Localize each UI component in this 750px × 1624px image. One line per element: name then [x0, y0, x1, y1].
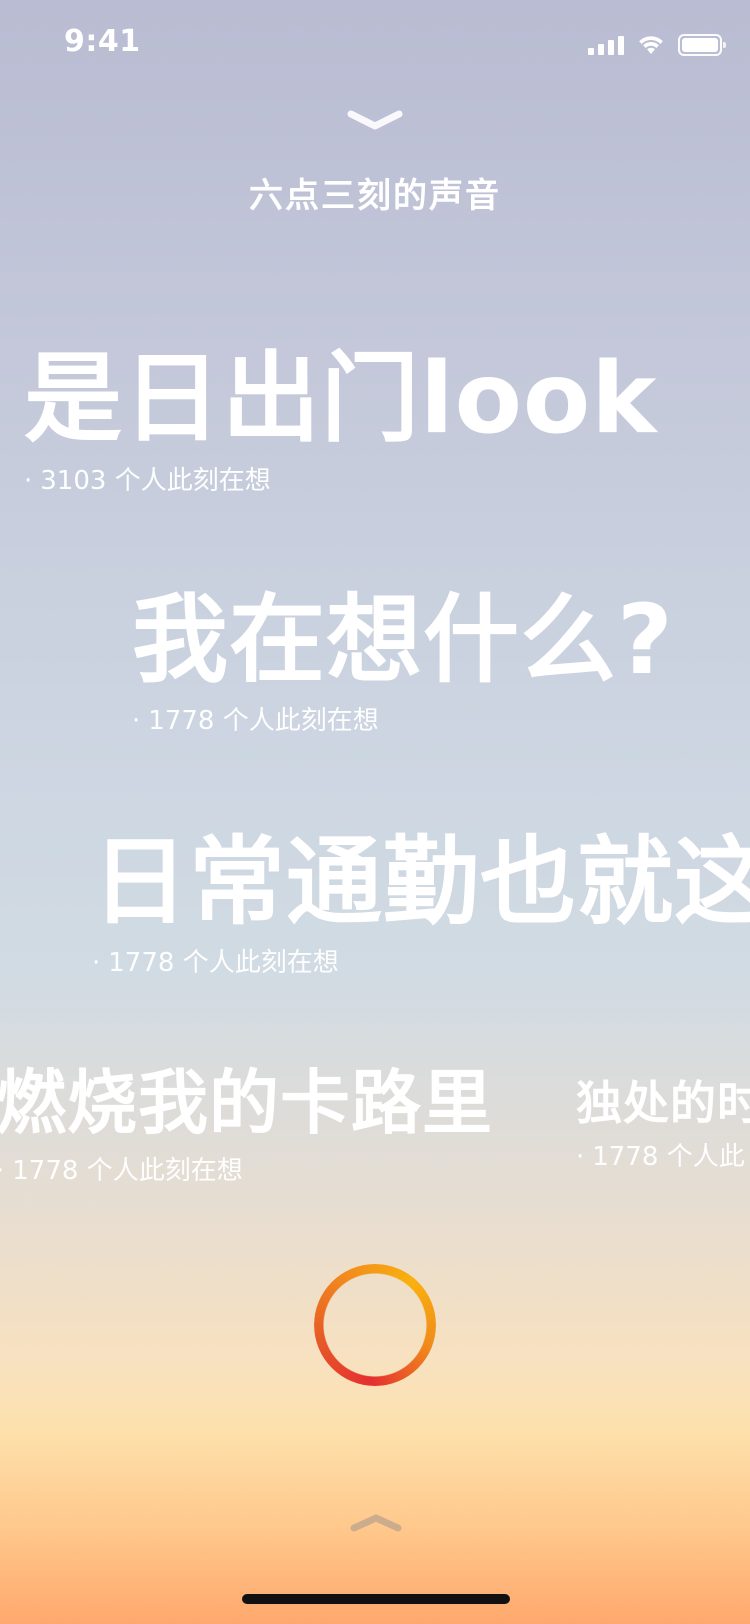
chevron-up-icon[interactable] [348, 1512, 404, 1534]
topic-count: · 3103 个人此刻在想 [24, 460, 657, 497]
bullet-dot: · [132, 706, 141, 736]
topic-title: 独处的时 [576, 1076, 750, 1130]
topic-count: · 1778 个人此刻在想 [0, 1150, 493, 1187]
page-title: 六点三刻的声音 [249, 176, 501, 216]
topic-item[interactable]: 我在想什么? · 1778 个人此刻在想 [132, 592, 674, 737]
bullet-dot: · [0, 1156, 4, 1186]
topic-count-text: 1778 个人此刻在想 [148, 706, 379, 736]
bullet-dot: · [576, 1142, 585, 1172]
record-ring-icon[interactable] [314, 1264, 436, 1386]
wifi-icon [639, 36, 663, 54]
signal-icon [588, 35, 624, 55]
topic-count-text: 3103 个人此刻在想 [40, 466, 271, 496]
topic-item[interactable]: 燃烧我的卡路里 ·1778 个人此刻在想 [0, 1068, 493, 1187]
home-indicator [242, 1594, 510, 1604]
status-bar: 9:41 [0, 0, 750, 90]
topic-count-text: 1778 个人此刻在想 [12, 1156, 243, 1186]
battery-icon [678, 34, 726, 56]
topic-count-text: 1778 个人此刻在想 [108, 948, 339, 978]
bullet-dot: · [92, 948, 101, 978]
chevron-down-icon[interactable] [345, 108, 405, 132]
bullet-dot: · [24, 466, 33, 496]
topic-count: · 1778 个人此 [576, 1136, 750, 1173]
topic-count-text: 1778 个人此 [592, 1142, 745, 1172]
status-icons [588, 34, 726, 56]
topic-count: ·1778 个人此刻在想 [92, 942, 750, 979]
topic-item[interactable]: 独处的时 · 1778 个人此 [576, 1080, 750, 1173]
topic-title: 我在想什么? [132, 584, 674, 696]
topic-count: ·1778 个人此刻在想 [132, 700, 674, 737]
topic-item[interactable]: 日常通勤也就这 · 1778 个人此刻在想 [92, 834, 750, 979]
topic-item[interactable]: 是日出门look · 3103 个人此刻在想 [24, 350, 657, 497]
status-time: 9:41 [64, 24, 141, 59]
topic-title: 燃烧我的卡路里 [0, 1062, 493, 1144]
topic-title: 日常通勤也就这 [92, 826, 750, 938]
topic-title: 是日出门look [24, 342, 658, 456]
